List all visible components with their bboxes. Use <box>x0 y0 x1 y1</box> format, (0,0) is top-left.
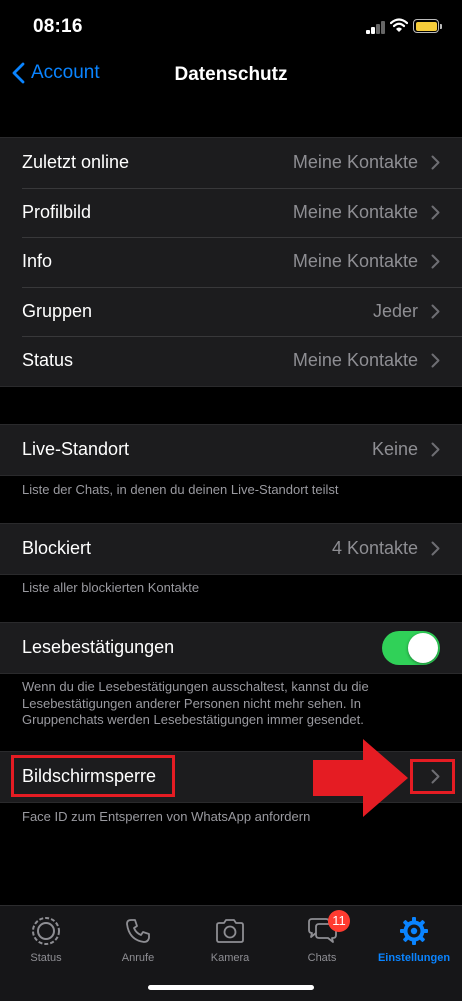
blocked-footer: Liste aller blockierten Kontakte <box>22 580 200 595</box>
row-zuletzt-online[interactable]: Zuletzt online Meine Kontakte <box>0 138 462 188</box>
unread-badge: 11 <box>328 910 350 932</box>
tab-anrufe[interactable]: Anrufe <box>96 914 180 964</box>
status-bar: 08:16 <box>0 0 462 50</box>
row-label: Zuletzt online <box>22 152 130 172</box>
row-value: Jeder <box>372 300 418 321</box>
chevron-right-icon <box>431 353 440 368</box>
tab-kamera[interactable]: Kamera <box>188 914 272 964</box>
live-location-footer: Liste der Chats, in denen du deinen Live… <box>22 482 339 497</box>
wifi-icon <box>390 18 408 32</box>
camera-icon <box>216 919 244 943</box>
status-icon <box>32 917 60 945</box>
row-label: Gruppen <box>22 300 93 321</box>
row-value: Meine Kontakte <box>292 201 418 222</box>
annotation-highlight-label <box>11 755 175 797</box>
row-label: Blockiert <box>22 538 92 558</box>
row-info[interactable]: Info Meine Kontakte <box>0 237 462 287</box>
chevron-right-icon <box>431 254 440 269</box>
row-label: Status <box>22 350 74 371</box>
row-value: Meine Kontakte <box>292 152 418 172</box>
page-title: Datenschutz <box>174 64 288 85</box>
row-live-standort[interactable]: Live-Standort Keine <box>0 425 462 475</box>
read-receipts-group: Lesebestätigungen <box>0 622 462 674</box>
row-value: 4 Kontakte <box>331 538 418 558</box>
read-receipts-toggle[interactable] <box>382 631 440 665</box>
tab-chats[interactable]: 11 Chats <box>280 910 364 964</box>
annotation-arrow-icon <box>313 739 408 817</box>
annotation-highlight-chevron <box>410 759 455 794</box>
row-status[interactable]: Status Meine Kontakte <box>0 336 462 386</box>
row-profilbild[interactable]: Profilbild Meine Kontakte <box>0 187 462 238</box>
row-value: Meine Kontakte <box>292 350 418 371</box>
privacy-visibility-group: Zuletzt online Meine Kontakte Profilbild… <box>0 137 462 387</box>
tab-label: Chats <box>307 952 337 964</box>
chevron-right-icon <box>431 155 440 170</box>
navigation-bar: Account Datenschutz <box>0 50 462 100</box>
row-lesebestaetigungen: Lesebestätigungen <box>0 623 462 673</box>
tab-label: Anrufe <box>121 952 155 964</box>
blocked-group: Blockiert 4 Kontakte <box>0 523 462 575</box>
tab-label: Kamera <box>210 952 250 964</box>
home-indicator <box>148 985 314 990</box>
tab-label: Status <box>30 952 62 964</box>
chevron-right-icon <box>431 304 440 319</box>
read-receipts-footer: Wenn du die Lesebestätigungen ausschalte… <box>22 679 369 727</box>
tab-einstellungen[interactable]: Einstellungen <box>372 914 456 964</box>
row-gruppen[interactable]: Gruppen Jeder <box>0 286 462 337</box>
live-location-group: Live-Standort Keine <box>0 424 462 476</box>
row-label: Info <box>22 251 53 272</box>
tab-status[interactable]: Status <box>4 914 88 964</box>
chevron-right-icon <box>431 205 440 220</box>
row-value: Meine Kontakte <box>292 251 418 272</box>
phone-icon <box>126 919 150 943</box>
status-time: 08:16 <box>33 16 83 37</box>
row-blockiert[interactable]: Blockiert 4 Kontakte <box>0 524 462 574</box>
cellular-signal-icon <box>366 20 386 34</box>
gear-icon <box>400 917 428 945</box>
battery-icon <box>413 19 442 33</box>
chevron-right-icon <box>431 442 440 457</box>
tab-label: Einstellungen <box>377 952 451 964</box>
row-label: Live-Standort <box>22 439 130 459</box>
row-value: Keine <box>371 439 418 459</box>
row-label: Lesebestätigungen <box>22 637 175 657</box>
row-label: Profilbild <box>22 201 92 222</box>
chevron-right-icon <box>431 541 440 556</box>
